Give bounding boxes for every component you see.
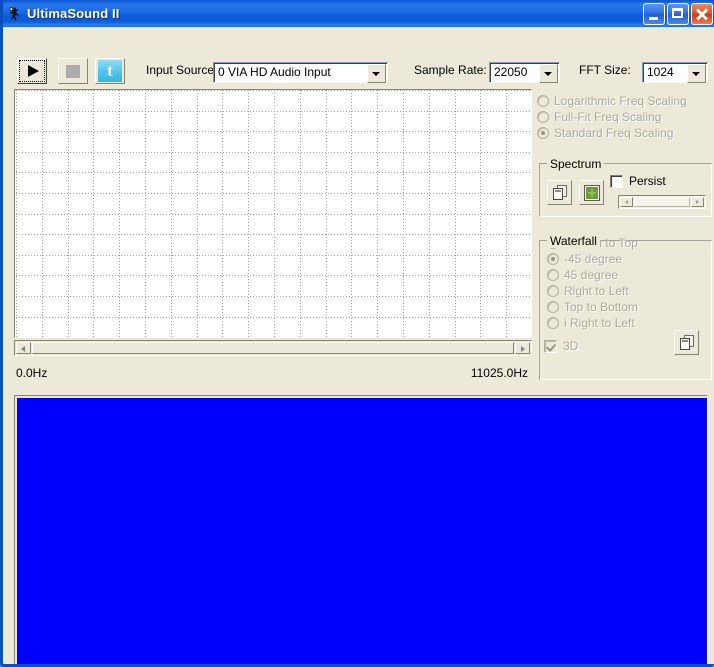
radio-label: Logarithmic Freq Scaling [554,94,687,108]
persist-checkbox[interactable]: Persist [610,174,666,188]
slider-thumb[interactable] [634,197,690,207]
stop-button[interactable] [58,58,88,84]
sample-rate-value: 22050 [494,65,528,79]
waterfall-copy-button[interactable] [674,330,699,355]
radio-icon [547,285,559,297]
application-window: UltimaSound II t Input Source: 0 VIA HD … [0,0,714,667]
copy-icon [680,335,695,351]
radio-minus-45-degree[interactable]: -45 degree [547,251,622,267]
twitter-icon: t [98,60,122,82]
radio-label: 45 degree [564,268,619,282]
sample-rate-dropdown[interactable]: 22050 [489,62,560,83]
minimize-button[interactable] [643,2,665,25]
threed-label: 3D [563,339,579,353]
title-bar[interactable]: UltimaSound II [3,0,714,27]
copy-icon [553,185,568,201]
fft-size-value: 1024 [647,65,674,79]
palette-icon [584,185,600,201]
spectrum-copy-button[interactable] [547,180,572,205]
spectrum-group-title: Spectrum [547,157,605,171]
scroll-right-icon[interactable] [515,342,530,354]
app-figure-icon [7,6,23,22]
scrollbar-thumb[interactable] [32,342,514,354]
frequency-max-label: 11025.0Hz [470,366,528,380]
input-source-label: Input Source: [146,63,218,77]
radio-45-degree[interactable]: 45 degree [547,267,618,283]
radio-full-fit-freq-scaling[interactable]: Full-Fit Freq Scaling [537,109,661,125]
radio-label: Right to Left [564,284,629,298]
radio-icon [537,95,549,107]
grid-line-horizontal [16,152,531,153]
waterfall-direction-options: Bottom to Top -45 degree 45 degree Right… [547,235,714,345]
radio-label: -45 degree [564,252,623,266]
waterfall-group-title: Waterfall [547,234,600,248]
grid-line-horizontal [16,317,531,318]
focus-ring [19,60,45,82]
window-title: UltimaSound II [27,6,120,21]
radio-icon [547,269,559,281]
spectrum-horizontal-scrollbar[interactable] [14,340,532,356]
radio-i-right-to-left[interactable]: i Right to Left [547,315,635,331]
radio-label: Standard Freq Scaling [554,126,674,140]
grid-line-horizontal [16,172,531,173]
maximize-button[interactable] [667,2,689,25]
grid-line-horizontal [16,255,531,256]
grid-line-horizontal [16,131,531,132]
persist-label: Persist [629,174,666,188]
stop-icon [66,65,80,78]
radio-icon-selected [537,127,549,139]
radio-label: Full-Fit Freq Scaling [554,110,662,124]
grid-line-horizontal [16,275,531,276]
sample-rate-label: Sample Rate: [414,63,487,77]
input-source-dropdown[interactable]: 0 VIA HD Audio Input [213,62,388,83]
radio-icon-selected [547,253,559,265]
input-source-value: 0 VIA HD Audio Input [218,65,331,79]
radio-logarithmic-freq-scaling[interactable]: Logarithmic Freq Scaling [537,93,687,109]
frequency-min-label: 0.0Hz [16,366,48,380]
checkbox-icon [610,174,623,188]
radio-right-to-left[interactable]: Right to Left [547,283,629,299]
grid-line-horizontal [16,296,531,297]
frequency-scaling-options: Logarithmic Freq Scaling Full-Fit Freq S… [537,93,713,149]
persist-slider[interactable] [618,195,706,209]
client-area: t Input Source: 0 VIA HD Audio Input Sam… [6,27,714,664]
radio-label: Top to Bottom [564,300,639,314]
slider-increase-icon[interactable] [691,197,704,207]
toolbar: t Input Source: 0 VIA HD Audio Input Sam… [6,27,714,84]
waterfall-display[interactable] [14,395,708,664]
chevron-down-icon[interactable] [539,64,558,83]
twitter-button[interactable]: t [95,58,125,84]
spectrum-palette-button[interactable] [579,180,604,205]
play-button[interactable] [17,58,47,84]
grid-line-horizontal [16,193,531,194]
chevron-down-icon[interactable] [367,64,386,83]
slider-decrease-icon[interactable] [620,197,633,207]
grid-line-horizontal [16,234,531,235]
fft-size-dropdown[interactable]: 1024 [642,62,708,83]
checkbox-icon-checked [544,339,557,353]
radio-top-to-bottom[interactable]: Top to Bottom [547,299,638,315]
radio-icon [537,111,549,123]
grid-line-horizontal [16,214,531,215]
spectrum-grid [16,90,531,337]
radio-icon [547,317,559,329]
fft-size-label: FFT Size: [579,63,631,77]
radio-standard-freq-scaling[interactable]: Standard Freq Scaling [537,125,673,141]
radio-label: i Right to Left [564,316,635,330]
grid-line-horizontal [16,111,531,112]
radio-icon [547,301,559,313]
chevron-down-icon[interactable] [687,64,706,83]
scroll-left-icon[interactable] [16,342,31,354]
grid-line-horizontal [16,90,531,91]
waterfall-canvas[interactable] [17,398,707,664]
threed-checkbox[interactable]: 3D [544,339,578,353]
spectrum-plot[interactable] [14,89,532,338]
close-button[interactable] [691,2,713,25]
